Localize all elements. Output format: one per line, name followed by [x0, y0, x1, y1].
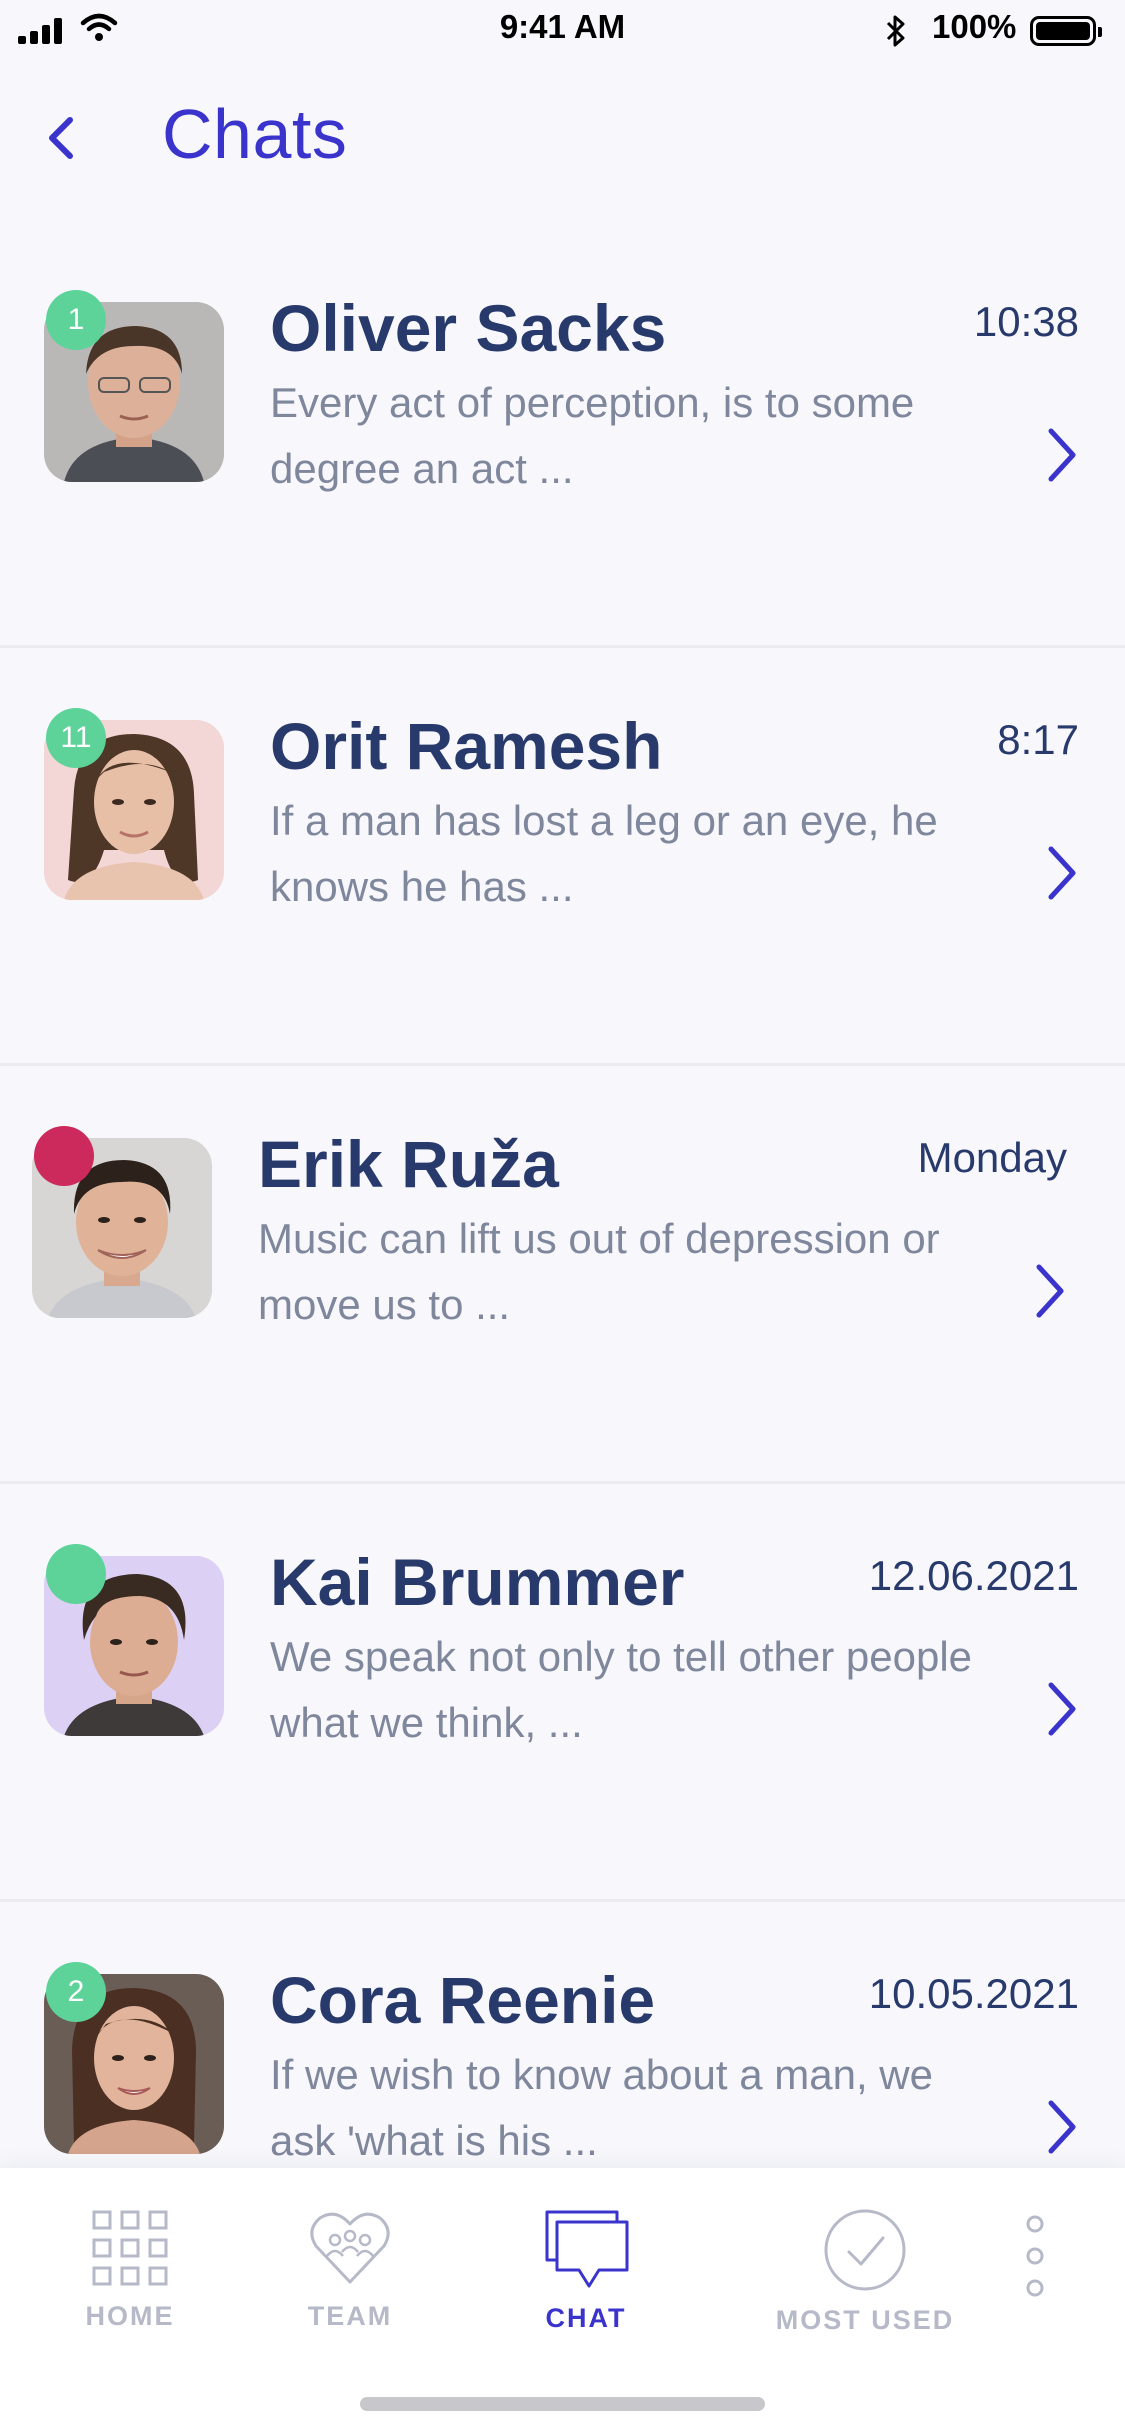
back-chevron-icon[interactable] [36, 108, 86, 168]
contact-name: Kai Brummer [270, 1545, 685, 1619]
message-time: 8:17 [997, 716, 1079, 763]
chevron-right-icon[interactable] [1045, 843, 1079, 903]
message-preview: Music can lift us out of depression or m… [258, 1215, 940, 1328]
tab-most-used[interactable]: MOST USED [770, 2208, 960, 2336]
tab-label: HOME [85, 2301, 175, 2331]
tab-bar: HOME TEAM CHAT MOST USED [0, 2168, 1125, 2436]
more-options-button[interactable] [1015, 2214, 1055, 2303]
message-time: 10.05.2021 [868, 1970, 1079, 2017]
home-indicator [360, 2397, 765, 2411]
status-indicator [34, 1126, 94, 1186]
message-preview: We speak not only to tell other people w… [270, 1633, 973, 1746]
contact-name: Erik Ruža [258, 1127, 559, 1201]
check-circle-icon [824, 2209, 906, 2291]
chat-row-orit-ramesh[interactable]: 11 Orit Ramesh 8:17 If a man has lost a … [0, 648, 1125, 1066]
unread-badge: 2 [46, 1962, 106, 2022]
chevron-right-icon[interactable] [1033, 1261, 1067, 1321]
message-time: Monday [917, 1134, 1067, 1181]
message-preview: If a man has lost a leg or an eye, he kn… [270, 797, 938, 910]
chevron-right-icon[interactable] [1045, 2097, 1079, 2157]
tab-label: TEAM [307, 2301, 393, 2331]
nav-header: Chats [0, 90, 1125, 190]
message-time: 12.06.2021 [868, 1552, 1079, 1599]
chat-row-kai-brummer[interactable]: Kai Brummer 12.06.2021 We speak not only… [0, 1484, 1125, 1902]
chevron-right-icon[interactable] [1045, 425, 1079, 485]
message-time: 10:38 [973, 298, 1079, 345]
unread-badge: 11 [46, 708, 106, 768]
chat-row-oliver-sacks[interactable]: 1 Oliver Sacks 10:38 Every act of percep… [0, 230, 1125, 648]
bluetooth-icon [886, 15, 905, 47]
grid-icon [92, 2210, 168, 2286]
contact-name: Oliver Sacks [270, 291, 667, 365]
tab-team[interactable]: TEAM [270, 2208, 430, 2332]
message-preview: If we wish to know about a man, we ask '… [270, 2051, 933, 2164]
chat-row-erik-ruza[interactable]: Erik Ruža Monday Music can lift us out o… [0, 1066, 1125, 1484]
battery-percentage: 100% [932, 8, 1017, 45]
tab-chat[interactable]: CHAT [506, 2208, 666, 2334]
unread-badge: 1 [46, 290, 106, 350]
status-indicator [46, 1544, 106, 1604]
page-title: Chats [162, 95, 348, 173]
contact-name: Cora Reenie [270, 1963, 656, 2037]
chat-row-cora-reenie[interactable]: 2 Cora Reenie 10.05.2021 If we wish to k… [0, 1902, 1125, 2170]
chat-list: 1 Oliver Sacks 10:38 Every act of percep… [0, 230, 1125, 2170]
battery-icon [1030, 16, 1102, 46]
more-vertical-icon [1026, 2215, 1044, 2297]
tab-label: MOST USED [775, 2305, 955, 2335]
message-preview: Every act of perception, is to some degr… [270, 379, 915, 492]
contact-name: Orit Ramesh [270, 709, 663, 783]
status-bar: 9:41 AM 100% [0, 0, 1125, 60]
chat-bubble-icon [545, 2210, 629, 2288]
chevron-right-icon[interactable] [1045, 1679, 1079, 1739]
heart-team-icon [310, 2212, 390, 2284]
tab-label: CHAT [545, 2303, 627, 2333]
tab-home[interactable]: HOME [50, 2208, 210, 2332]
